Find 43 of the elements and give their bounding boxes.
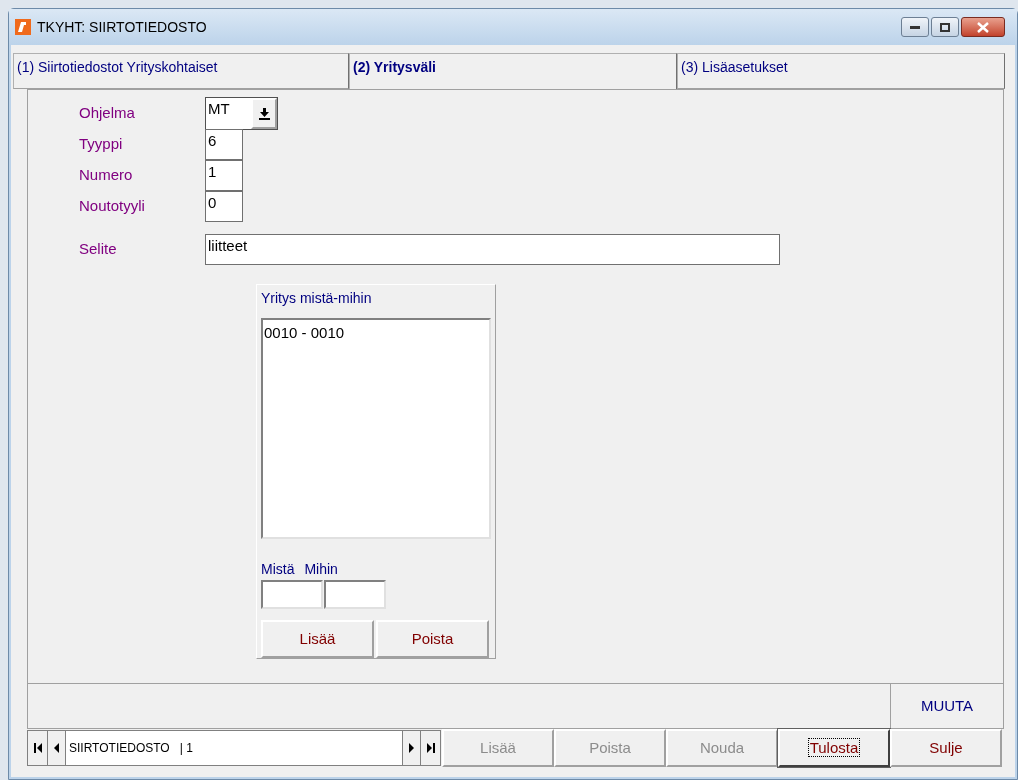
next-icon	[409, 743, 414, 753]
dropdown-arrow-icon	[258, 107, 270, 120]
close-button[interactable]	[961, 17, 1005, 37]
range-list[interactable]: 0010 - 0010	[261, 318, 491, 539]
toolbar-button[interactable]: Sulje	[890, 729, 1002, 767]
record-indicator: SIIRTOTIEDOSTO | 1	[68, 740, 194, 757]
tab[interactable]: (1) Siirtotiedostot Yrityskohtaiset	[13, 53, 349, 89]
last-icon	[426, 743, 435, 753]
mode-indicator: MUUTA	[890, 684, 1003, 728]
next-record-button[interactable]	[402, 731, 420, 765]
tab[interactable]: (2) Yritysväli	[349, 53, 677, 89]
minimize-icon	[910, 25, 920, 29]
first-icon	[33, 743, 42, 753]
range-field[interactable]	[324, 580, 386, 609]
dropdown[interactable]: MT	[205, 97, 278, 130]
group-title: Yritys mistä-mihin	[261, 289, 373, 308]
close-icon	[977, 21, 989, 33]
tab[interactable]: (3) Lisäasetukset	[677, 53, 1005, 89]
to-label: Mihin	[304, 560, 338, 579]
app-logo-icon	[15, 19, 31, 35]
previous-record-button[interactable]	[48, 731, 66, 765]
list-item[interactable]: 0010 - 0010	[264, 322, 489, 345]
first-record-button[interactable]	[28, 731, 48, 765]
minimize-button[interactable]	[901, 17, 929, 37]
window-title: TKYHT: SIIRTOTIEDOSTO	[37, 17, 207, 37]
from-label: Mistä	[261, 560, 295, 579]
range-field[interactable]	[261, 580, 323, 609]
text-field[interactable]: liitteet	[205, 234, 780, 265]
field-label: Ohjelma	[78, 103, 136, 124]
last-record-button[interactable]	[420, 731, 440, 765]
field-label: Tyyppi	[78, 134, 124, 155]
field-label: Selite	[78, 239, 118, 260]
toolbar-button[interactable]: Tulosta	[778, 729, 890, 767]
group-button[interactable]: Poista	[376, 620, 489, 658]
field-label: Noutotyyli	[78, 196, 146, 217]
field-label: Numero	[78, 165, 134, 186]
text-field[interactable]: 0	[205, 191, 243, 222]
text-field[interactable]: 6	[205, 129, 243, 160]
previous-icon	[54, 743, 59, 753]
maximize-button[interactable]	[931, 17, 959, 37]
text-field[interactable]: 1	[205, 160, 243, 191]
group-button[interactable]: Lisää	[261, 620, 374, 658]
maximize-icon	[940, 22, 950, 32]
